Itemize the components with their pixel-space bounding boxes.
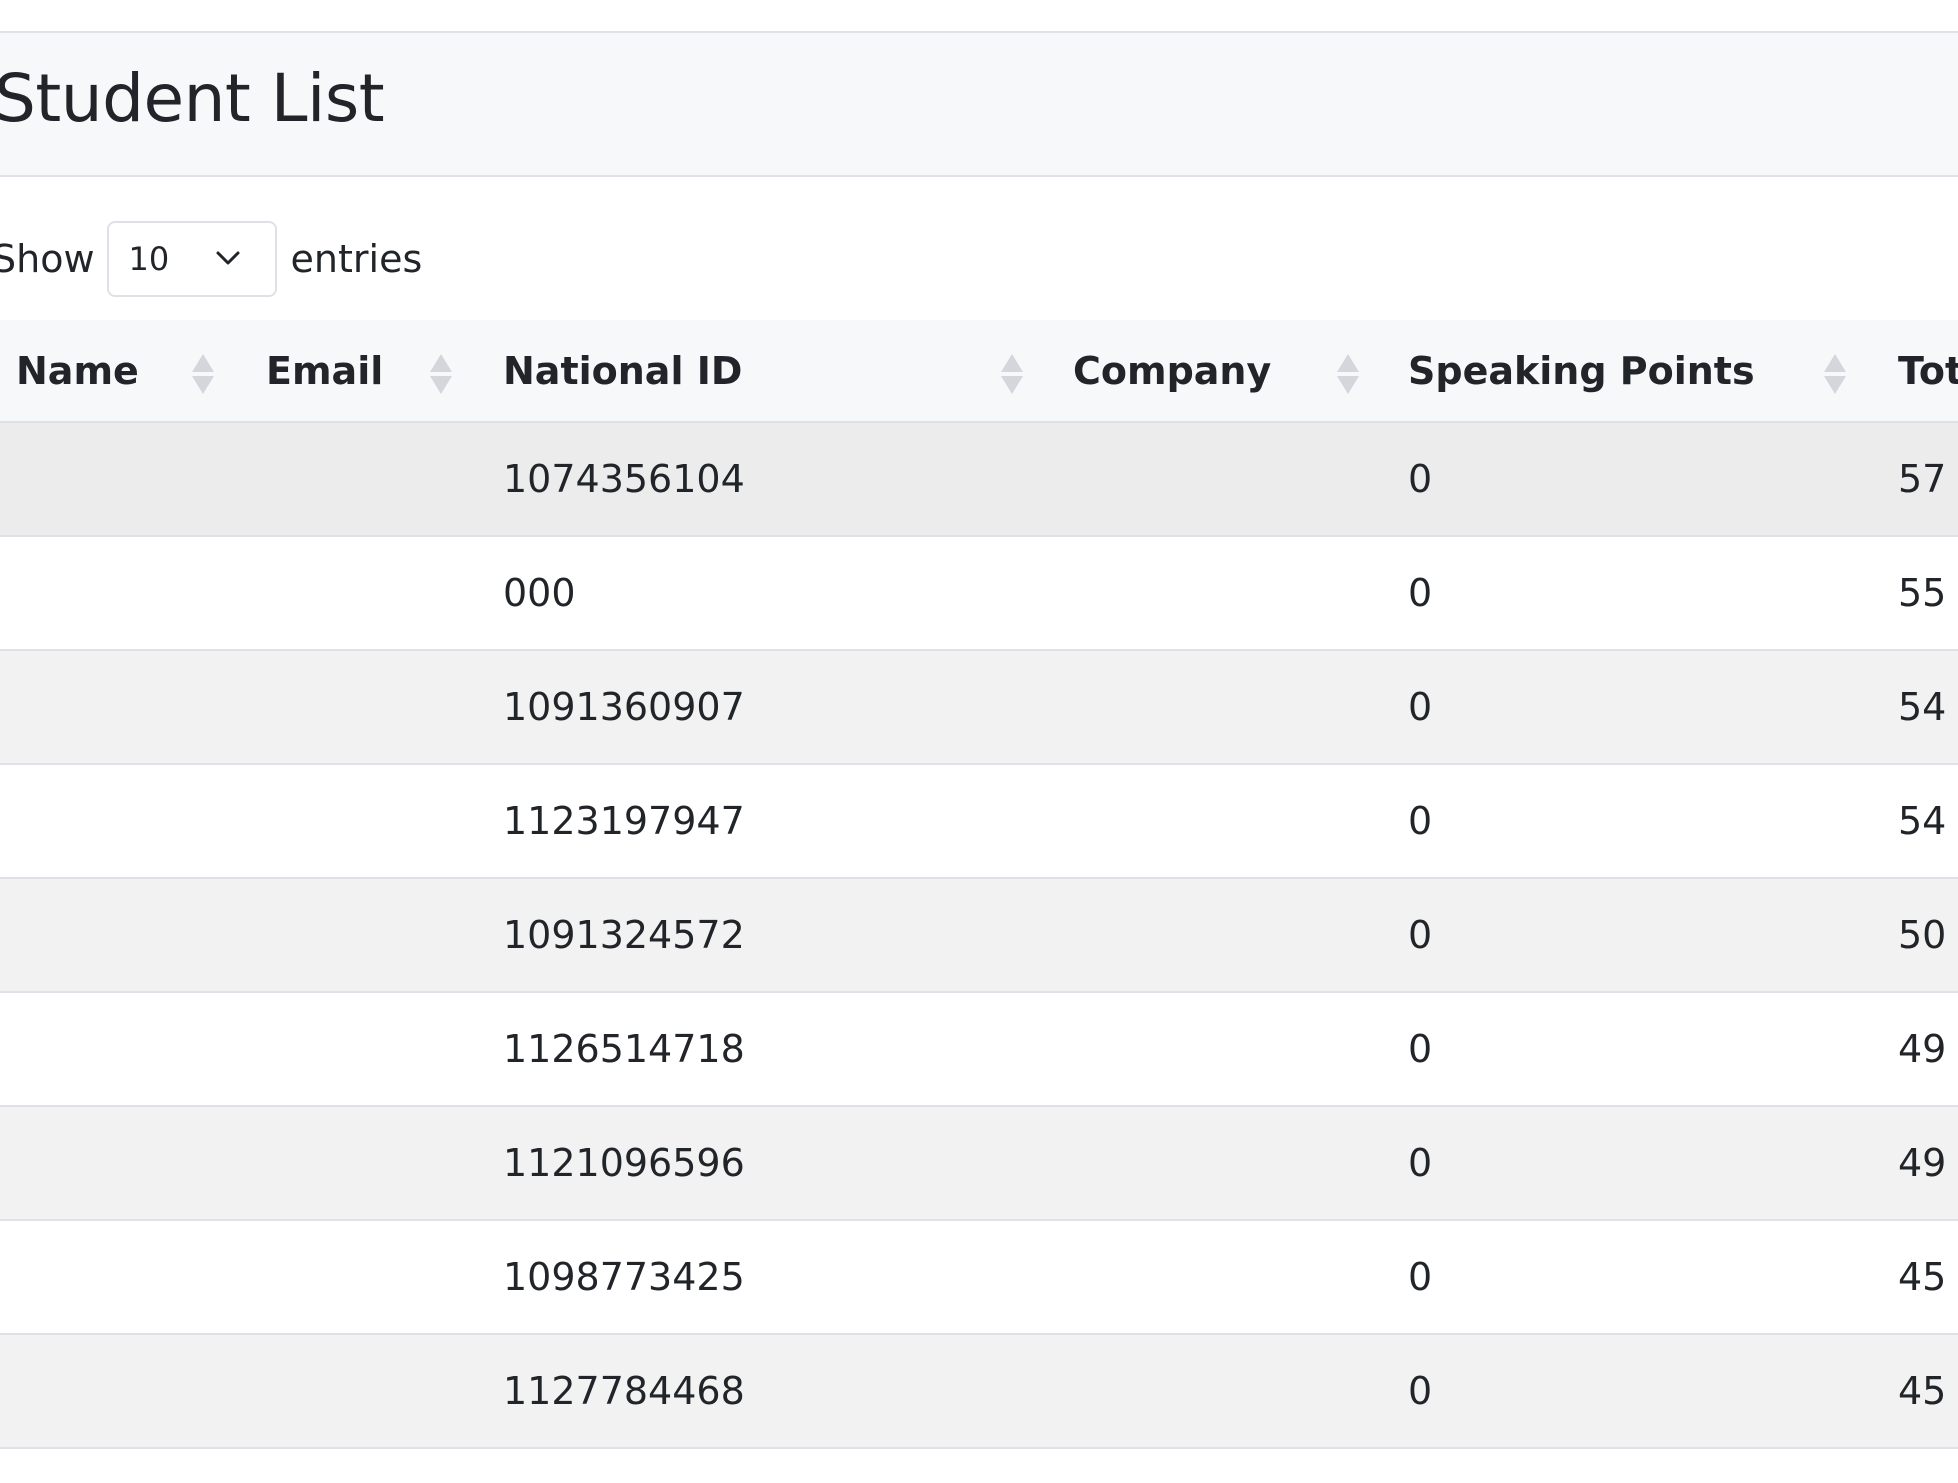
entries-per-page-value: 10	[128, 240, 170, 278]
cell-email	[250, 422, 487, 536]
cell-speaking-points: 0	[1408, 913, 1433, 957]
card-header: Student List	[0, 33, 1958, 177]
column-header-speaking-points[interactable]: Speaking Points	[1392, 320, 1882, 423]
column-header-national-id[interactable]: National ID	[487, 320, 1057, 423]
entries-per-page-select[interactable]: 10	[106, 221, 277, 297]
column-header-label: Name	[16, 348, 139, 393]
table-row[interactable]: 000 0 55	[0, 536, 1958, 650]
sort-both-icon	[430, 354, 452, 394]
cell-speaking-points: 0	[1408, 1369, 1433, 1413]
cell-national-id: 1127784468	[503, 1369, 745, 1413]
cell-national-id: 1126514718	[503, 1027, 745, 1071]
table-row[interactable]: 1123197947 0 54	[0, 764, 1958, 878]
column-header-label: National ID	[503, 348, 743, 393]
cell-total: 45	[1898, 1369, 1947, 1413]
table-row[interactable]: 1091360907 0 54	[0, 650, 1958, 764]
cell-speaking-points: 0	[1408, 1141, 1433, 1185]
cell-company	[1057, 992, 1392, 1106]
column-header-total[interactable]: Tot	[1882, 320, 1958, 423]
cell-name	[0, 1220, 250, 1334]
sort-both-icon	[1824, 354, 1846, 394]
cell-email	[250, 878, 487, 992]
cell-national-id: 1123197947	[503, 799, 745, 843]
column-header-name[interactable]: Name	[0, 320, 250, 423]
cell-company	[1057, 650, 1392, 764]
cell-total: 49	[1898, 1027, 1947, 1071]
length-prefix-label: Show	[0, 237, 95, 281]
cell-speaking-points: 0	[1408, 799, 1433, 843]
cell-total: 54	[1898, 685, 1947, 729]
cell-speaking-points: 0	[1408, 571, 1433, 615]
table-row[interactable]: 1098773425 0 45	[0, 1220, 1958, 1334]
cell-company	[1057, 1106, 1392, 1220]
table-row[interactable]: 1091324572 0 50	[0, 878, 1958, 992]
cell-speaking-points: 0	[1408, 1027, 1433, 1071]
cell-email	[250, 1106, 487, 1220]
cell-total: 55	[1898, 571, 1947, 615]
cell-email	[250, 536, 487, 650]
cell-speaking-points: 0	[1408, 1255, 1433, 1299]
cell-email	[250, 650, 487, 764]
cell-total: 54	[1898, 799, 1947, 843]
column-header-label: Tot	[1898, 348, 1958, 393]
cell-name	[0, 878, 250, 992]
cell-name	[0, 992, 250, 1106]
sort-both-icon	[1337, 354, 1359, 394]
page-title: Student List	[0, 60, 385, 137]
student-table: Name Email National ID Company Speaking …	[0, 320, 1958, 1449]
sort-both-icon	[1001, 354, 1023, 394]
cell-email	[250, 1220, 487, 1334]
column-header-label: Speaking Points	[1408, 348, 1755, 393]
column-header-email[interactable]: Email	[250, 320, 487, 423]
table-row[interactable]: 1121096596 0 49	[0, 1106, 1958, 1220]
cell-company	[1057, 878, 1392, 992]
cell-name	[0, 422, 250, 536]
cell-national-id: 1091360907	[503, 685, 745, 729]
column-header-company[interactable]: Company	[1057, 320, 1392, 423]
table-header-row: Name Email National ID Company Speaking …	[0, 320, 1958, 423]
cell-company	[1057, 764, 1392, 878]
cell-total: 50	[1898, 913, 1947, 957]
cell-name	[0, 650, 250, 764]
entries-length-control: Show 10 entries	[0, 220, 422, 298]
column-header-label: Company	[1073, 348, 1272, 393]
cell-name	[0, 536, 250, 650]
cell-national-id: 1121096596	[503, 1141, 745, 1185]
cell-email	[250, 1334, 487, 1448]
cell-speaking-points: 0	[1408, 457, 1433, 501]
cell-national-id: 1098773425	[503, 1255, 745, 1299]
cell-company	[1057, 1334, 1392, 1448]
cell-email	[250, 764, 487, 878]
cell-name	[0, 1334, 250, 1448]
table-row[interactable]: 1126514718 0 49	[0, 992, 1958, 1106]
cell-company	[1057, 422, 1392, 536]
cell-total: 45	[1898, 1255, 1947, 1299]
cell-name	[0, 764, 250, 878]
cell-email	[250, 992, 487, 1106]
column-header-label: Email	[266, 348, 384, 393]
chevron-down-icon	[216, 251, 240, 265]
table-row[interactable]: 1074356104 0 57	[0, 422, 1958, 536]
cell-name	[0, 1106, 250, 1220]
table-row[interactable]: 1127784468 0 45	[0, 1334, 1958, 1448]
cell-national-id: 1091324572	[503, 913, 745, 957]
cell-speaking-points: 0	[1408, 685, 1433, 729]
cell-total: 49	[1898, 1141, 1947, 1185]
length-suffix-label: entries	[290, 237, 423, 281]
cell-company	[1057, 1220, 1392, 1334]
sort-both-icon	[192, 354, 214, 394]
cell-national-id: 000	[503, 571, 576, 615]
cell-total: 57	[1898, 457, 1947, 501]
cell-national-id: 1074356104	[503, 457, 745, 501]
cell-company	[1057, 536, 1392, 650]
